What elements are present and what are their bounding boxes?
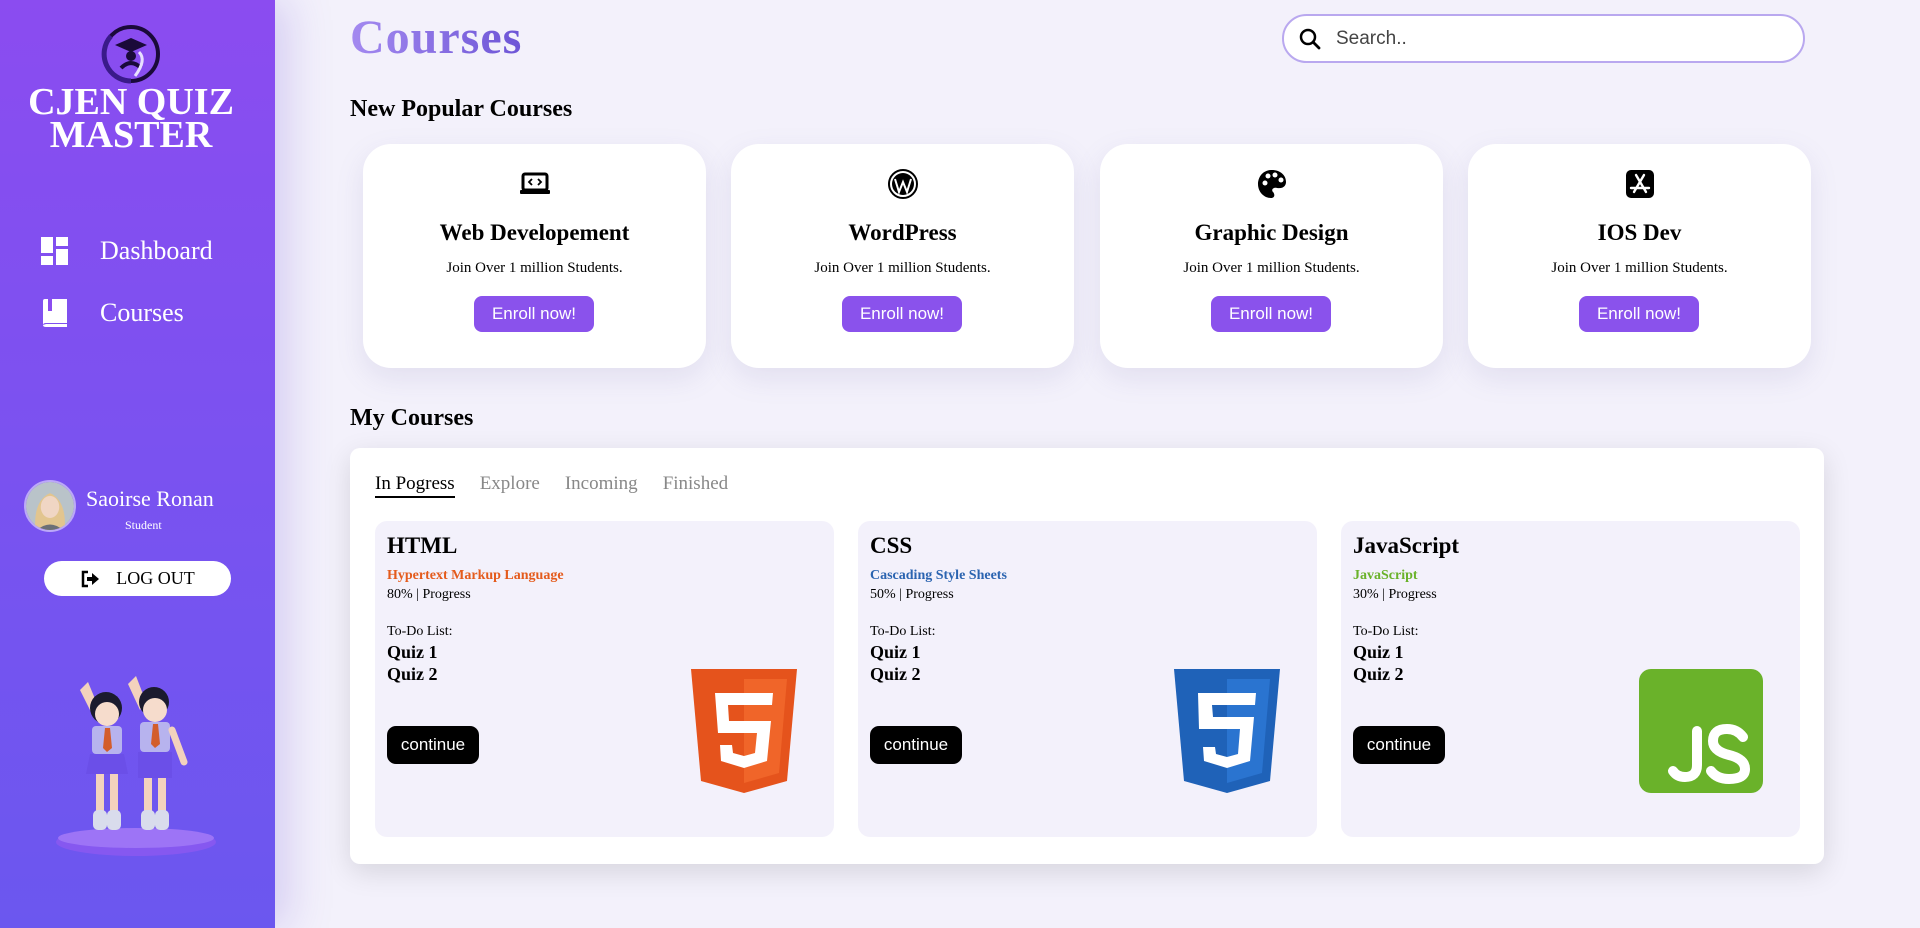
user-profile [24,480,76,532]
course-progress: 30% | Progress [1353,587,1437,602]
quiz-item[interactable]: Quiz 2 [870,664,921,685]
quiz-item[interactable]: Quiz 1 [387,642,438,663]
course-title: Graphic Design [1194,220,1349,245]
tab-finished[interactable]: Finished [663,473,728,498]
palette-icon [1258,170,1286,198]
css3-icon [1174,669,1280,793]
quiz-item[interactable]: Quiz 1 [1353,642,1404,663]
course-subtitle: Join Over 1 million Students. [1183,260,1360,276]
popular-course-card: Graphic Design Join Over 1 million Stude… [1100,144,1443,368]
todo-label: To-Do List: [870,624,936,639]
dashboard-icon [41,237,68,265]
course-title: IOS Dev [1597,220,1682,245]
course-name: CSS [870,533,913,558]
students-illustration [56,676,216,856]
course-subtitle: Cascading Style Sheets [870,568,1007,583]
js-icon [1639,669,1763,793]
search-icon [1299,28,1321,49]
popular-course-card: WordPress Join Over 1 million Students. … [731,144,1074,368]
user-name: Saoirse Ronan [86,486,214,511]
course-card-javascript: JavaScript JavaScript 30% | Progress To-… [1341,521,1800,837]
course-subtitle: Join Over 1 million Students. [814,260,991,276]
popular-course-card: Web Developement Join Over 1 million Stu… [363,144,706,368]
course-card-css: CSS Cascading Style Sheets 50% | Progres… [858,521,1317,837]
my-courses-panel: In Pogress Explore Incoming Finished HTM… [350,448,1824,864]
avatar[interactable] [24,480,76,532]
logout-button[interactable]: LOG OUT [44,561,231,596]
tab-incoming[interactable]: Incoming [565,473,638,498]
course-subtitle: Hypertext Markup Language [387,568,564,583]
popular-courses-title: New Popular Courses [350,96,573,122]
enroll-button[interactable]: Enroll now! [474,296,594,332]
course-subtitle: JavaScript [1353,568,1418,583]
course-progress: 50% | Progress [870,587,954,602]
enroll-button[interactable]: Enroll now! [1579,296,1699,332]
course-title: Web Developement [439,220,630,245]
logout-label: LOG OUT [116,568,195,588]
course-subtitle: Join Over 1 million Students. [1551,260,1728,276]
wordpress-icon [888,169,918,199]
continue-button[interactable]: continue [1353,726,1445,764]
course-tabs: In Pogress Explore Incoming Finished [375,473,753,498]
popular-course-card: IOS Dev Join Over 1 million Students. En… [1468,144,1811,368]
todo-label: To-Do List: [387,624,453,639]
graduate-logo-icon [101,25,160,84]
my-courses-title: My Courses [350,405,474,431]
course-progress: 80% | Progress [387,587,471,602]
page-title: Courses [350,11,523,64]
quiz-item[interactable]: Quiz 1 [870,642,921,663]
sidebar-item-label: Dashboard [100,236,213,265]
brand-name: CJEN QUIZ MASTER [28,81,234,156]
course-title: WordPress [848,220,957,245]
quiz-item[interactable]: Quiz 2 [387,664,438,685]
sidebar-item-label: Courses [100,298,184,327]
course-subtitle: Join Over 1 million Students. [446,260,623,276]
tab-explore[interactable]: Explore [480,473,540,498]
sidebar-item-dashboard[interactable]: Dashboard [40,236,213,266]
continue-button[interactable]: continue [387,726,479,764]
html5-icon [691,669,797,793]
app-store-icon [1626,170,1654,198]
book-icon [43,299,67,327]
todo-label: To-Do List: [1353,624,1419,639]
quiz-item[interactable]: Quiz 2 [1353,664,1404,685]
enroll-button[interactable]: Enroll now! [1211,296,1331,332]
sidebar-item-courses[interactable]: Courses [40,298,184,328]
sidebar: CJEN QUIZ MASTER Dashboard Courses Saoir… [0,0,275,928]
course-name: HTML [387,533,458,558]
course-card-html: HTML Hypertext Markup Language 80% | Pro… [375,521,834,837]
sign-out-icon [82,570,100,587]
laptop-code-icon [520,172,550,194]
enroll-button[interactable]: Enroll now! [842,296,962,332]
search-input[interactable] [1336,27,1756,50]
tab-in-progress[interactable]: In Pogress [375,473,455,498]
continue-button[interactable]: continue [870,726,962,764]
search-bar [1282,14,1805,63]
user-role: Student [125,518,162,532]
course-name: JavaScript [1353,533,1460,558]
